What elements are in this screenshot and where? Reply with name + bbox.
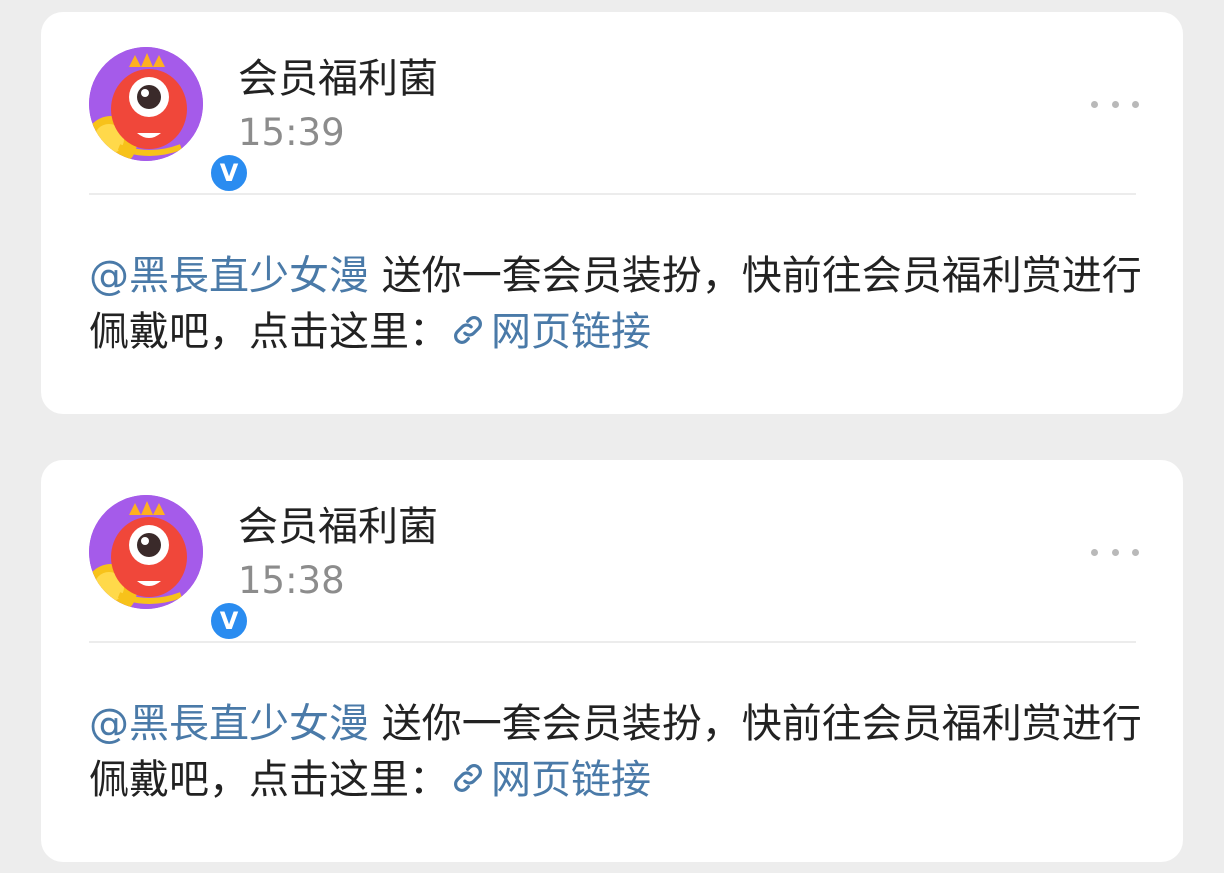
- notification-card: V 会员福利菌 15:38 @黑長直少女漫 送你一套会员装扮，快前往会员福利赏进…: [41, 460, 1183, 862]
- avatar-mascot-icon: [89, 47, 203, 161]
- user-mention-link[interactable]: @黑長直少女漫: [89, 701, 369, 747]
- message-body: @黑長直少女漫 送你一套会员装扮，快前往会员福利赏进行佩戴吧，点击这里： 网页链接: [89, 696, 1149, 808]
- web-link[interactable]: 网页链接: [449, 309, 651, 355]
- web-link[interactable]: 网页链接: [449, 757, 651, 803]
- link-chain-icon: [454, 764, 482, 792]
- more-dots-icon: [1132, 100, 1139, 108]
- user-mention-link[interactable]: @黑長直少女漫: [89, 253, 369, 299]
- more-dots-icon: [1091, 548, 1098, 556]
- avatar-mascot-icon: [89, 495, 203, 609]
- author-name[interactable]: 会员福利菌: [238, 502, 438, 552]
- more-options-button[interactable]: [1091, 540, 1139, 564]
- message-body: @黑長直少女漫 送你一套会员装扮，快前往会员福利赏进行佩戴吧，点击这里： 网页链接: [89, 248, 1149, 360]
- post-time: 15:38: [238, 559, 345, 602]
- more-dots-icon: [1091, 100, 1098, 108]
- notification-card: V 会员福利菌 15:39 @黑長直少女漫 送你一套会员装扮，快前往会员福利赏进…: [41, 12, 1183, 414]
- avatar[interactable]: V: [89, 47, 251, 195]
- message-feed: V 会员福利菌 15:39 @黑長直少女漫 送你一套会员装扮，快前往会员福利赏进…: [0, 0, 1224, 873]
- verified-v-icon: V: [207, 599, 251, 643]
- more-options-button[interactable]: [1091, 92, 1139, 116]
- avatar[interactable]: V: [89, 495, 251, 643]
- more-dots-icon: [1111, 548, 1119, 556]
- post-time: 15:39: [238, 111, 345, 154]
- web-link-label: 网页链接: [491, 309, 651, 355]
- more-dots-icon: [1132, 548, 1139, 556]
- divider: [89, 641, 1136, 643]
- more-dots-icon: [1111, 100, 1119, 108]
- divider: [89, 193, 1136, 195]
- verified-v-icon: V: [207, 151, 251, 195]
- web-link-label: 网页链接: [491, 757, 651, 803]
- author-name[interactable]: 会员福利菌: [238, 54, 438, 104]
- link-chain-icon: [454, 316, 482, 344]
